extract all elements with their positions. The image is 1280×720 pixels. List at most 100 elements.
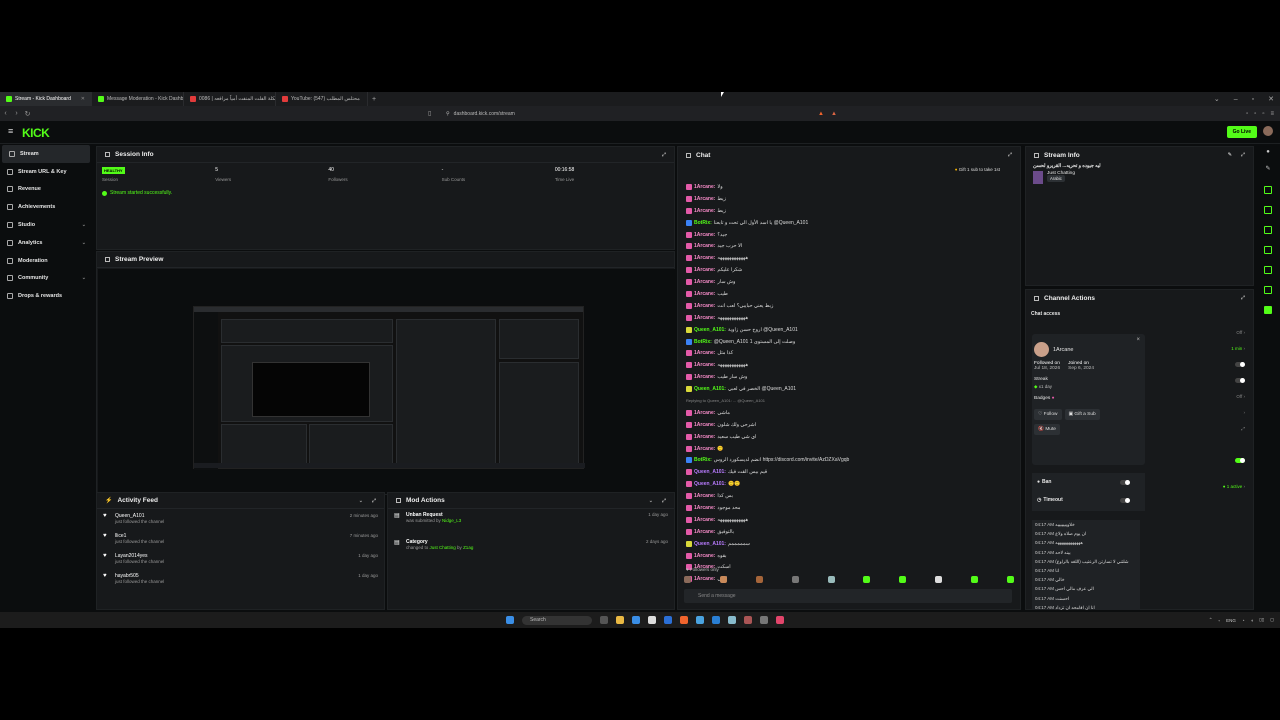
emote-icon[interactable] (935, 576, 943, 583)
new-tab-icon[interactable]: + (368, 96, 380, 103)
emote-icon[interactable] (827, 576, 835, 583)
sidebar-icon[interactable]: ▫ (1254, 111, 1256, 117)
menu-icon[interactable]: ≡ (1270, 111, 1274, 117)
sidebar-item[interactable]: Stream URL & Key (0, 163, 92, 181)
go-live-button[interactable]: Go Live (1226, 126, 1257, 138)
notification-icon[interactable]: ◻ (1270, 617, 1274, 623)
stream-preview-video[interactable] (193, 306, 585, 470)
wallet-icon[interactable]: ▫ (1262, 111, 1264, 117)
chat-message[interactable]: Replying to Queen_A101: ... @Queen_A101 (686, 395, 1016, 407)
volume-icon[interactable]: ◖ (1251, 618, 1254, 623)
maximize-icon[interactable]: ▫ (1252, 96, 1254, 103)
timeout-toggle[interactable] (1120, 497, 1130, 503)
steam-icon[interactable] (728, 616, 736, 624)
app-icon[interactable] (664, 616, 672, 624)
chat-message[interactable]: BotRix: @Queen_A101 وصلت إلى المستوى 1 (686, 336, 1016, 348)
chat-message[interactable]: 1Arcane: اسكت (686, 562, 1016, 574)
chat-message[interactable]: 1Arcane: ولا (686, 181, 1016, 193)
chat-message[interactable]: Queen_A101: اروح حسن زاوية @Queen_A101 (686, 324, 1016, 336)
chevron-down-icon[interactable]: ⌄ (649, 498, 653, 504)
chat-username[interactable]: Queen_A101: (694, 469, 726, 475)
chat-username[interactable]: Queen_A101: (694, 541, 726, 547)
app-icon[interactable] (760, 616, 768, 624)
chat-message[interactable]: 1Arcane: محد موجود (686, 502, 1016, 514)
follow-button[interactable]: ♡ Follow (1034, 409, 1062, 420)
chat-message[interactable]: 1Arcane: زبط يعني حبايبي؟ لعب انت (686, 300, 1016, 312)
chat-username[interactable]: 1Arcane: (694, 208, 715, 214)
chat-username[interactable]: 1Arcane: (694, 243, 715, 249)
chat-username[interactable]: Queen_A101: (694, 386, 726, 392)
extension-icon[interactable]: ▫ (1246, 111, 1248, 117)
chat-message[interactable]: 1Arcane: وش سار طيب (686, 371, 1016, 383)
chat-username[interactable]: 1Arcane: (694, 315, 715, 321)
expand-icon[interactable]: ⤢ (1241, 295, 1245, 301)
avatar[interactable] (1263, 126, 1273, 136)
language-indicator[interactable]: ENG (1226, 618, 1236, 623)
chat-message[interactable]: 1Arcane: طيب (686, 288, 1016, 300)
bookmark-icon[interactable]: ▯ (428, 110, 431, 117)
close-icon[interactable]: × (1136, 337, 1140, 343)
chevron-down-icon[interactable]: ⌄ (1214, 95, 1220, 103)
reload-icon[interactable]: ↻ (22, 110, 33, 118)
chat-username[interactable]: 1Arcane: (694, 303, 715, 309)
chat-username[interactable]: 1Arcane: (694, 422, 715, 428)
chat-message[interactable]: 1Arcane: كذا مثل (686, 347, 1016, 359)
settings-icon[interactable]: ● (1264, 149, 1272, 155)
rail-button[interactable] (1264, 186, 1272, 194)
app-icon[interactable] (776, 616, 784, 624)
chat-username[interactable]: 1Arcane: (694, 232, 715, 238)
emote-icon[interactable] (1006, 576, 1014, 583)
task-view-icon[interactable] (600, 616, 608, 624)
timeout-label[interactable]: Timeout (1043, 497, 1062, 503)
chat-username[interactable]: 1Arcane: (694, 196, 715, 202)
chat-message[interactable]: Queen_A101: قيم بيس القت فيك (686, 466, 1016, 478)
app-icon[interactable] (744, 616, 752, 624)
mod-user[interactable]: Just Chatting (430, 545, 456, 550)
rail-button[interactable] (1264, 266, 1272, 274)
toggle[interactable] (1235, 362, 1245, 367)
rail-button[interactable] (1264, 246, 1272, 254)
minimize-icon[interactable]: – (1234, 96, 1238, 103)
emote-icon[interactable] (791, 576, 799, 583)
rail-button[interactable] (1264, 286, 1272, 294)
chat-message[interactable]: 1Arcane: ماشي (686, 407, 1016, 419)
chat-username[interactable]: 1Arcane: (694, 255, 715, 261)
forward-icon[interactable]: › (11, 110, 22, 117)
start-icon[interactable] (506, 616, 514, 624)
chevron-up-icon[interactable]: ⌃ (1209, 617, 1213, 623)
chat-username[interactable]: 1Arcane: (694, 279, 715, 285)
clock[interactable]: ▯▯ (1259, 617, 1264, 623)
chat-username[interactable]: 1Arcane: (694, 184, 715, 190)
store-icon[interactable] (648, 616, 656, 624)
emote-icon[interactable] (755, 576, 763, 583)
url-text[interactable]: dashboard.kick.com/stream (454, 111, 515, 117)
sidebar-item[interactable]: Achievements (0, 198, 92, 216)
brave-icon[interactable] (680, 616, 688, 624)
menu-toggle-icon[interactable]: ≡ (8, 126, 13, 136)
emote-icon[interactable] (684, 576, 691, 583)
chat-username[interactable]: 1Arcane: (694, 362, 715, 368)
app-icon[interactable] (712, 616, 720, 624)
back-icon[interactable]: ‹ (0, 110, 11, 117)
expand-icon[interactable]: ⤢ (372, 498, 376, 504)
chat-message[interactable]: 1Arcane: بقوه (686, 550, 1016, 562)
chat-message[interactable]: 1Arcane: جيد؟ (686, 229, 1016, 241)
chat-username[interactable]: 1Arcane: (694, 505, 715, 511)
sidebar-item[interactable]: Analytics ⌄ (0, 234, 92, 252)
sidebar-item[interactable]: Stream (2, 145, 90, 163)
chat-username[interactable]: 1Arcane: (694, 350, 715, 356)
mute-button[interactable]: 🔇 Mute (1034, 424, 1060, 435)
emote-icon[interactable] (719, 576, 727, 583)
close-icon[interactable]: ✕ (1268, 95, 1274, 103)
chat-message[interactable]: 1Arcane: ههههههههههههه (686, 252, 1016, 264)
folder-icon[interactable] (616, 616, 624, 624)
toggle[interactable] (1235, 458, 1245, 463)
url-field[interactable]: ⚲ dashboard.kick.com/stream (446, 109, 816, 118)
chat-username[interactable]: 1Arcane: (694, 291, 715, 297)
chat-username[interactable]: BotRix: (694, 339, 712, 345)
browser-tab[interactable]: Stream - Kick Dashboard ✕ (0, 92, 92, 106)
chat-message[interactable]: 1Arcane: ههههههههههههه (686, 359, 1016, 371)
chat-username[interactable]: BotRix: (694, 457, 712, 463)
emote-icon[interactable] (863, 576, 871, 583)
emote-icon[interactable] (971, 576, 978, 583)
